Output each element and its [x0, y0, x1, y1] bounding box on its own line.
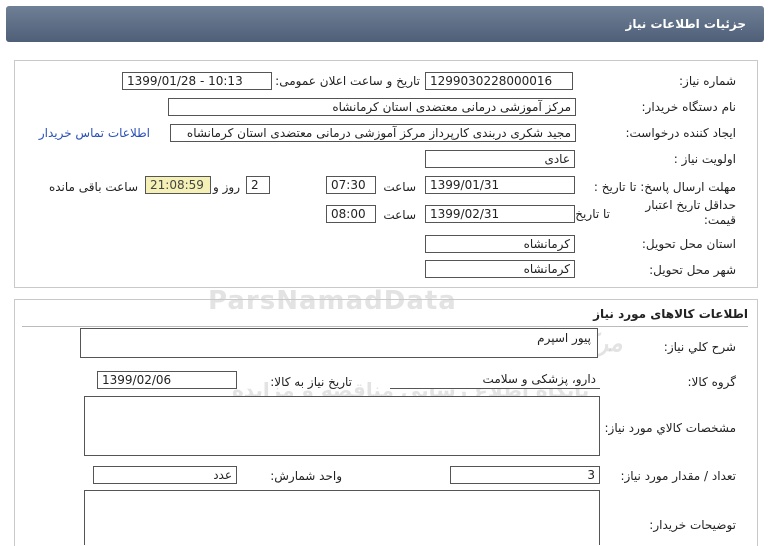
- validity-date-field: 1399/02/31: [425, 205, 575, 223]
- validity-time-field: 08:00: [326, 205, 376, 223]
- priority-field: عادی: [425, 150, 575, 168]
- deadline-time-label: ساعت: [383, 180, 416, 194]
- priority-label: اولویت نیاز :: [673, 152, 736, 166]
- buyer-notes-label: توضیحات خریدار:: [649, 518, 736, 532]
- province-label: استان محل تحویل:: [641, 237, 736, 251]
- buyer-org-field: مرکز آموزشی درمانی معتضدی استان کرمانشاه: [168, 98, 576, 116]
- need-date-field: 1399/02/06: [97, 371, 237, 389]
- buyer-org-label: نام دستگاه خریدار:: [641, 100, 737, 114]
- city-field: کرمانشاه: [425, 260, 575, 278]
- deadline-label: مهلت ارسال پاسخ: تا تاریخ :: [593, 180, 736, 194]
- days-left-field: 2: [246, 176, 270, 194]
- need-number-field: 1299030228000016: [425, 72, 573, 90]
- announce-datetime-label: تاریخ و ساعت اعلان عمومی:: [275, 74, 420, 88]
- quantity-field: 3: [450, 466, 600, 484]
- province-field: کرمانشاه: [425, 235, 575, 253]
- general-desc-field: پیور اسپرم: [80, 328, 598, 358]
- requester-label: ایجاد کننده درخواست:: [625, 126, 736, 140]
- announce-datetime-field: 1399/01/28 - 10:13: [122, 72, 272, 90]
- goods-section-divider: [22, 326, 748, 327]
- requester-field: مجید شکری دربندی کارپرداز مرکز آموزشی در…: [170, 124, 576, 142]
- remaining-label: ساعت باقی مانده: [48, 180, 138, 194]
- general-desc-text: پیور اسپرم: [537, 331, 591, 345]
- buyer-notes-field: [84, 490, 600, 545]
- goods-specs-field: [84, 396, 600, 456]
- need-number-label: شماره نیاز:: [679, 74, 736, 88]
- need-date-label: تاریخ نیاز به کالا:: [270, 375, 352, 389]
- countdown-field: 21:08:59: [145, 176, 211, 194]
- goods-section-title: اطلاعات کالاهای مورد نیاز: [593, 307, 748, 321]
- unit-field: عدد: [93, 466, 237, 484]
- goods-specs-label: مشخصات کالاي مورد نياز:: [604, 421, 736, 435]
- deadline-time-field: 07:30: [326, 176, 376, 194]
- unit-label: واحد شمارش:: [270, 469, 342, 483]
- city-label: شهر محل تحویل:: [649, 263, 736, 277]
- buyer-contact-link[interactable]: اطلاعات تماس خریدار: [39, 126, 150, 140]
- quantity-label: تعداد / مقدار مورد نیاز:: [620, 469, 736, 483]
- general-desc-label: شرح کلي نياز:: [663, 340, 736, 354]
- validity-time-label: ساعت: [383, 208, 416, 222]
- goods-group-label: گروه کالا:: [687, 375, 737, 389]
- min-validity-label: حداقل تاریخ اعتبار قیمت:: [645, 198, 736, 227]
- days-and-label: روز و: [213, 180, 240, 194]
- goods-group-field: دارو، پزشکی و سلامت: [390, 371, 600, 389]
- deadline-date-field: 1399/01/31: [425, 176, 575, 194]
